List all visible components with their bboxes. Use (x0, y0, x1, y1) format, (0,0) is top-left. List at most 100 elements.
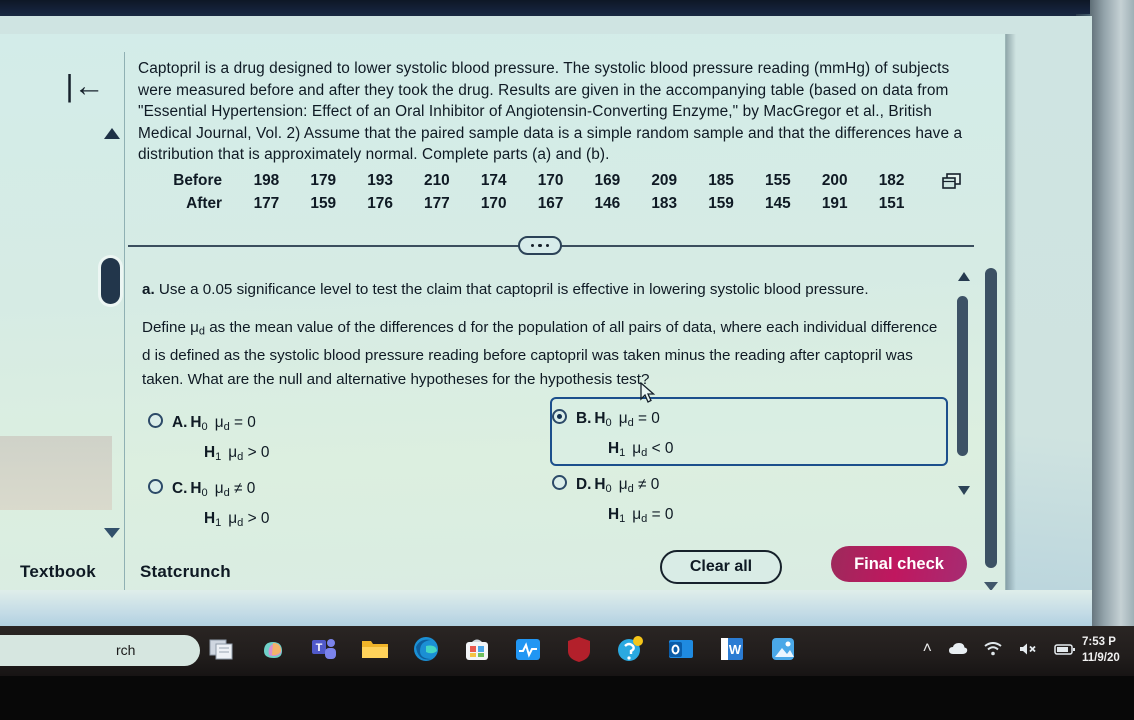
svg-text:W: W (729, 642, 742, 657)
microsoft-teams-icon[interactable]: T (308, 633, 340, 665)
option-b-h0-sub: 0 (605, 416, 612, 429)
scrollbar-thumb[interactable] (101, 258, 120, 304)
homework-page: |← Captopril is a drug designed to lower… (0, 34, 1006, 608)
option-a-radio[interactable] (148, 413, 163, 428)
option-b-radio[interactable] (552, 409, 567, 424)
option-d[interactable]: D. H0 μd ≠ 0 H1 μd = 0 (552, 472, 673, 532)
question-scroll-up-icon[interactable] (958, 272, 970, 281)
option-b[interactable]: B. H0 μd = 0 H1 μd < 0 (552, 406, 673, 466)
statcrunch-button[interactable]: Statcrunch (140, 562, 231, 582)
question-scrollbar-thumb[interactable] (957, 296, 968, 456)
row-label-after: After (186, 195, 222, 212)
system-tray: ˄ (923, 640, 1076, 658)
mu-symbol: μ (190, 319, 199, 336)
option-d-h0-mu-sub: d (627, 482, 634, 495)
page-scrollbar-thumb[interactable] (985, 268, 997, 568)
option-a[interactable]: A. H0 μd = 0 H1 μd > 0 (148, 410, 269, 470)
cell-before-7: 169 (594, 172, 621, 189)
question-scroll-down-icon[interactable] (958, 486, 970, 495)
option-a-h0-sub: 0 (201, 420, 208, 433)
desktop-surface: |← Captopril is a drug designed to lower… (0, 16, 1092, 642)
screen-glare (0, 436, 112, 510)
cell-before-8: 209 (651, 172, 678, 189)
option-d-h1-sub: 1 (619, 512, 626, 525)
cloud-icon[interactable] (948, 642, 968, 656)
clear-all-button[interactable]: Clear all (660, 550, 782, 584)
health-monitor-icon[interactable] (512, 633, 544, 665)
clock-date: 11/9/20 (1082, 652, 1120, 664)
below-screen-dark-area (0, 676, 1134, 720)
option-c-h0-sub: 0 (201, 486, 208, 499)
microsoft-store-icon[interactable] (461, 633, 493, 665)
back-to-start-icon[interactable]: |← (62, 68, 108, 104)
cell-before-1: 198 (253, 172, 280, 189)
option-b-h0-mu-sub: d (627, 416, 634, 429)
copilot-icon[interactable] (257, 633, 289, 665)
security-shield-icon[interactable] (563, 633, 595, 665)
option-a-h0-mu: μ (214, 414, 224, 431)
taskbar-search-box[interactable]: rch (0, 635, 200, 666)
option-d-h0-mu: μ (618, 476, 628, 493)
file-explorer-icon[interactable] (359, 633, 391, 665)
table-row-after: After 177 159 176 177 170 167 146 183 15… (160, 195, 920, 218)
clock-time: 7:53 P (1082, 636, 1116, 648)
scroll-down-arrow-icon[interactable] (104, 528, 120, 538)
option-d-null: D. H0 μd ≠ 0 (576, 472, 673, 502)
cell-after-4: 177 (424, 195, 450, 212)
option-a-h0-rel: = 0 (234, 414, 256, 431)
chevron-up-icon[interactable]: ˄ (923, 640, 932, 658)
option-d-h1-mu: μ (632, 505, 642, 523)
battery-icon[interactable] (1054, 643, 1076, 656)
textbook-button[interactable]: Textbook (20, 562, 96, 582)
ellipsis-icon[interactable] (518, 236, 562, 255)
help-circle-icon[interactable] (614, 633, 646, 665)
row-label-before: Before (173, 172, 222, 189)
option-d-letter: D. (576, 476, 592, 493)
cell-before-9: 185 (708, 172, 734, 189)
cell-before-12: 182 (878, 172, 905, 189)
mouse-cursor-icon (640, 382, 656, 403)
speaker-muted-icon[interactable] (1018, 642, 1038, 656)
option-c-h0-mu-sub: d (223, 486, 230, 499)
option-b-letter: B. (576, 410, 592, 427)
screenshot-root: |← Captopril is a drug designed to lower… (0, 0, 1134, 720)
microsoft-outlook-icon[interactable] (665, 633, 697, 665)
option-a-h1: H (204, 443, 216, 461)
cell-before-5: 174 (480, 172, 507, 189)
option-b-h1-sub: 1 (619, 446, 626, 459)
microsoft-edge-icon[interactable] (410, 633, 442, 665)
option-c[interactable]: C. H0 μd ≠ 0 H1 μd > 0 (148, 476, 269, 536)
scroll-up-arrow-icon[interactable] (104, 128, 120, 139)
answer-options: A. H0 μd = 0 H1 μd > 0 B. H0 μd = 0 H1 μ… (140, 404, 960, 532)
option-b-null: B. H0 μd = 0 (576, 406, 673, 436)
task-view-icon[interactable] (206, 633, 238, 665)
final-check-button[interactable]: Final check (831, 546, 967, 582)
part-a-block: a. Use a 0.05 significance level to test… (142, 278, 942, 406)
option-a-h1-mu: μ (228, 443, 238, 461)
page-edge-shadow (1006, 34, 1016, 590)
cell-before-11: 200 (821, 172, 848, 189)
option-d-h0-rel: ≠ 0 (638, 476, 660, 493)
option-b-h1: H (608, 439, 620, 457)
microsoft-word-icon[interactable]: W (716, 633, 748, 665)
option-d-h0: H (594, 476, 606, 493)
option-b-alt: H1 μd < 0 (576, 436, 673, 466)
photos-icon[interactable] (767, 633, 799, 665)
problem-paragraph: Captopril is a drug designed to lower sy… (138, 60, 963, 164)
option-d-radio[interactable] (552, 475, 567, 490)
option-a-h1-rel: > 0 (247, 443, 270, 461)
option-d-h0-sub: 0 (605, 482, 612, 495)
taskbar-clock[interactable]: 7:53 P 11/9/20 (1082, 634, 1134, 666)
cell-before-4: 210 (424, 172, 450, 189)
gutter-divider (124, 52, 125, 608)
wifi-icon[interactable] (984, 642, 1002, 656)
definition-post: as the mean value of the differences d f… (204, 319, 867, 336)
cell-after-11: 191 (821, 195, 848, 212)
option-b-h1-rel: < 0 (651, 439, 674, 457)
copy-to-spreadsheet-icon[interactable] (942, 173, 962, 191)
option-c-radio[interactable] (148, 479, 163, 494)
cell-before-2: 179 (310, 172, 337, 189)
cell-before-10: 155 (765, 172, 791, 189)
option-b-h0-mu: μ (618, 410, 628, 427)
option-a-h0: H (190, 414, 202, 431)
